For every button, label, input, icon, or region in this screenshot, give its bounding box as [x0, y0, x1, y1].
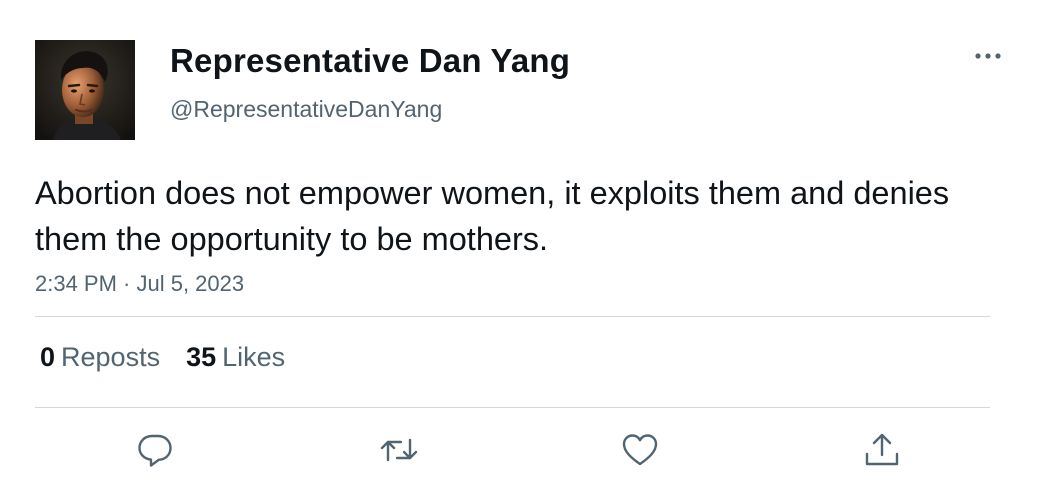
reposts-stat[interactable]: 0 Reposts: [40, 342, 160, 373]
tweet-text: Abortion does not empower women, it expl…: [35, 175, 950, 257]
repost-icon: [380, 438, 418, 462]
repost-button[interactable]: [379, 430, 419, 470]
tweet-timestamp[interactable]: 2:34 PM · Jul 5, 2023: [35, 271, 244, 297]
likes-stat[interactable]: 35 Likes: [186, 342, 285, 373]
like-button[interactable]: [620, 430, 660, 470]
divider: [35, 407, 990, 408]
more-icon: [975, 53, 1001, 59]
avatar-image: [35, 40, 135, 140]
reply-icon: [138, 434, 172, 467]
likes-label: Likes: [222, 342, 286, 372]
reposts-count: 0: [40, 342, 56, 372]
heart-icon: [622, 434, 658, 466]
avatar[interactable]: [35, 40, 135, 140]
share-icon: [865, 433, 899, 466]
reply-button[interactable]: [135, 430, 175, 470]
engagement-stats: 0 Reposts 35 Likes: [40, 342, 311, 373]
author-handle[interactable]: @RepresentativeDanYang: [170, 96, 442, 123]
divider: [35, 316, 990, 317]
author-display-name[interactable]: Representative Dan Yang: [170, 42, 570, 80]
more-options-button[interactable]: [970, 44, 1006, 68]
tweet-card: Representative Dan Yang @RepresentativeD…: [0, 0, 1050, 480]
likes-count: 35: [186, 342, 217, 372]
reposts-label: Reposts: [61, 342, 161, 372]
share-button[interactable]: [862, 430, 902, 470]
